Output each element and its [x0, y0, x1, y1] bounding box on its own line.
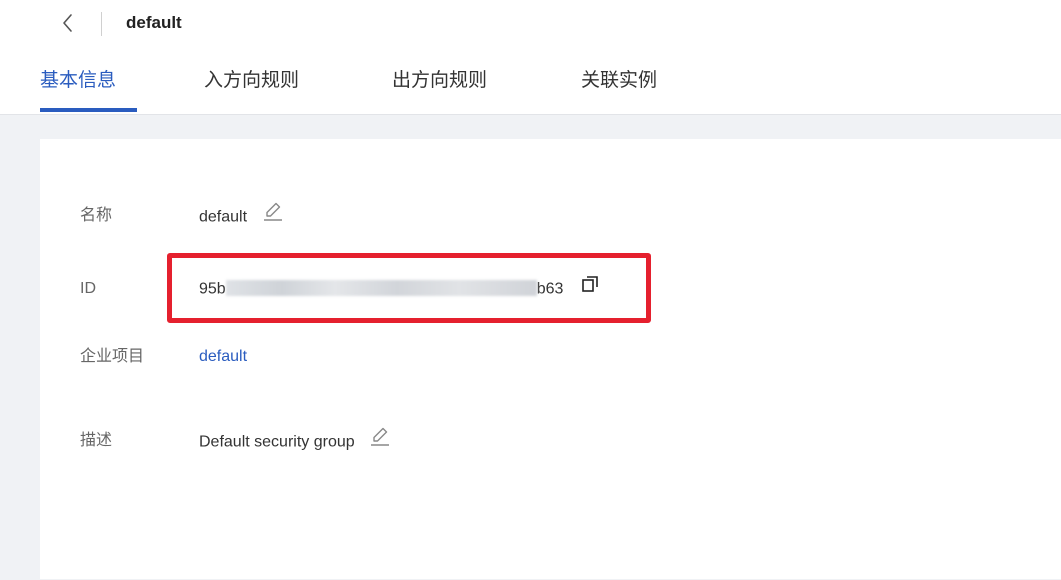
description-text: Default security group: [199, 433, 355, 451]
id-blurred-segment: [225, 280, 537, 296]
name-text: default: [199, 208, 248, 226]
back-button[interactable]: [55, 8, 81, 38]
tab-outbound-rules[interactable]: 出方向规则: [392, 68, 487, 94]
name-label: 名称: [80, 207, 113, 224]
tab-associated-instances[interactable]: 关联实例: [581, 68, 657, 94]
top-bar: default: [0, 0, 1061, 46]
name-value: default: [199, 202, 285, 230]
description-label: 描述: [80, 432, 113, 449]
id-label: ID: [80, 280, 96, 297]
active-tab-indicator: [40, 108, 137, 112]
enterprise-project-link[interactable]: default: [199, 346, 247, 368]
description-value: Default security group: [199, 427, 392, 455]
id-prefix: 95b: [199, 280, 226, 298]
enterprise-project-label: 企业项目: [80, 348, 145, 365]
title-divider: [101, 12, 102, 36]
tab-bar: 基本信息 入方向规则 出方向规则 关联实例: [0, 60, 1061, 114]
pencil-icon: [371, 427, 390, 446]
tab-basic-info[interactable]: 基本信息: [40, 68, 116, 94]
copy-icon: [582, 276, 598, 292]
edit-name-button[interactable]: [261, 199, 285, 230]
copy-id-button[interactable]: [580, 274, 600, 301]
pencil-icon: [263, 202, 282, 221]
chevron-left-icon: [63, 14, 72, 32]
page-title: default: [126, 13, 182, 32]
edit-description-button[interactable]: [368, 424, 392, 455]
tab-inbound-rules[interactable]: 入方向规则: [204, 68, 299, 94]
id-value: 95b b63: [199, 276, 600, 301]
id-suffix: b63: [536, 280, 564, 298]
basic-info-card: [40, 139, 1061, 579]
